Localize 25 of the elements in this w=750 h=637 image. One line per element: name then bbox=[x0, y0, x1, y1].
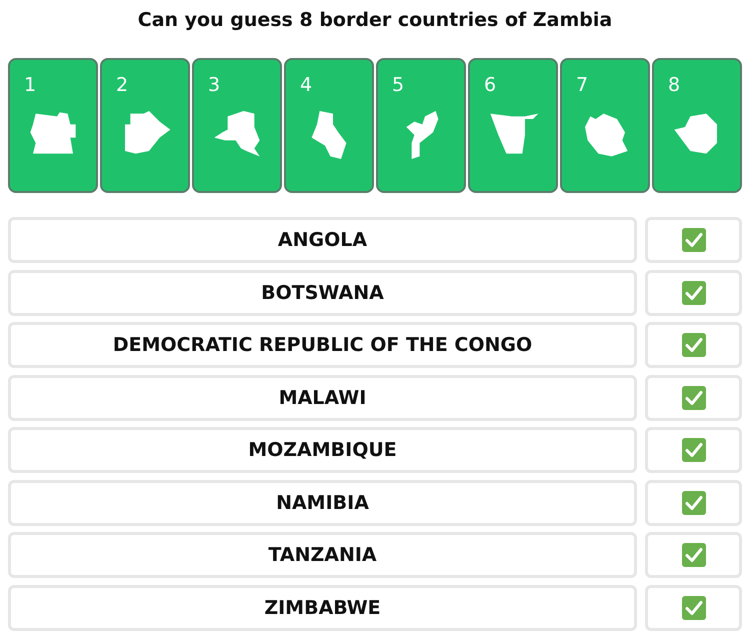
card-number: 3 bbox=[208, 74, 220, 96]
country-name: ZIMBABWE bbox=[8, 584, 637, 630]
country-card[interactable]: 5 bbox=[376, 58, 466, 193]
country-name: MOZAMBIQUE bbox=[8, 427, 637, 473]
country-name: TANZANIA bbox=[8, 532, 637, 578]
country-card[interactable]: 7 bbox=[560, 58, 650, 193]
card-number: 4 bbox=[300, 74, 312, 96]
card-number: 7 bbox=[576, 74, 588, 96]
card-number: 2 bbox=[116, 74, 128, 96]
country-card[interactable]: 3 bbox=[192, 58, 282, 193]
card-number: 8 bbox=[668, 74, 680, 96]
country-card[interactable]: 4 bbox=[284, 58, 374, 193]
card-number: 6 bbox=[484, 74, 496, 96]
quiz-title: Can you guess 8 border countries of Zambia bbox=[136, 8, 614, 33]
country-name: BOTSWANA bbox=[8, 270, 637, 316]
country-name: MALAWI bbox=[8, 374, 637, 420]
country-name: NAMIBIA bbox=[8, 480, 637, 526]
card-number: 5 bbox=[392, 74, 404, 96]
country-card[interactable]: 2 bbox=[100, 58, 190, 193]
country-card[interactable]: 6 bbox=[468, 58, 558, 193]
country-name: ANGOLA bbox=[8, 217, 637, 263]
card-number: 1 bbox=[24, 74, 36, 96]
country-name: DEMOCRATIC REPUBLIC OF THE CONGO bbox=[8, 322, 637, 368]
country-card[interactable]: 8 bbox=[652, 58, 742, 193]
country-card[interactable]: 1 bbox=[8, 58, 98, 193]
